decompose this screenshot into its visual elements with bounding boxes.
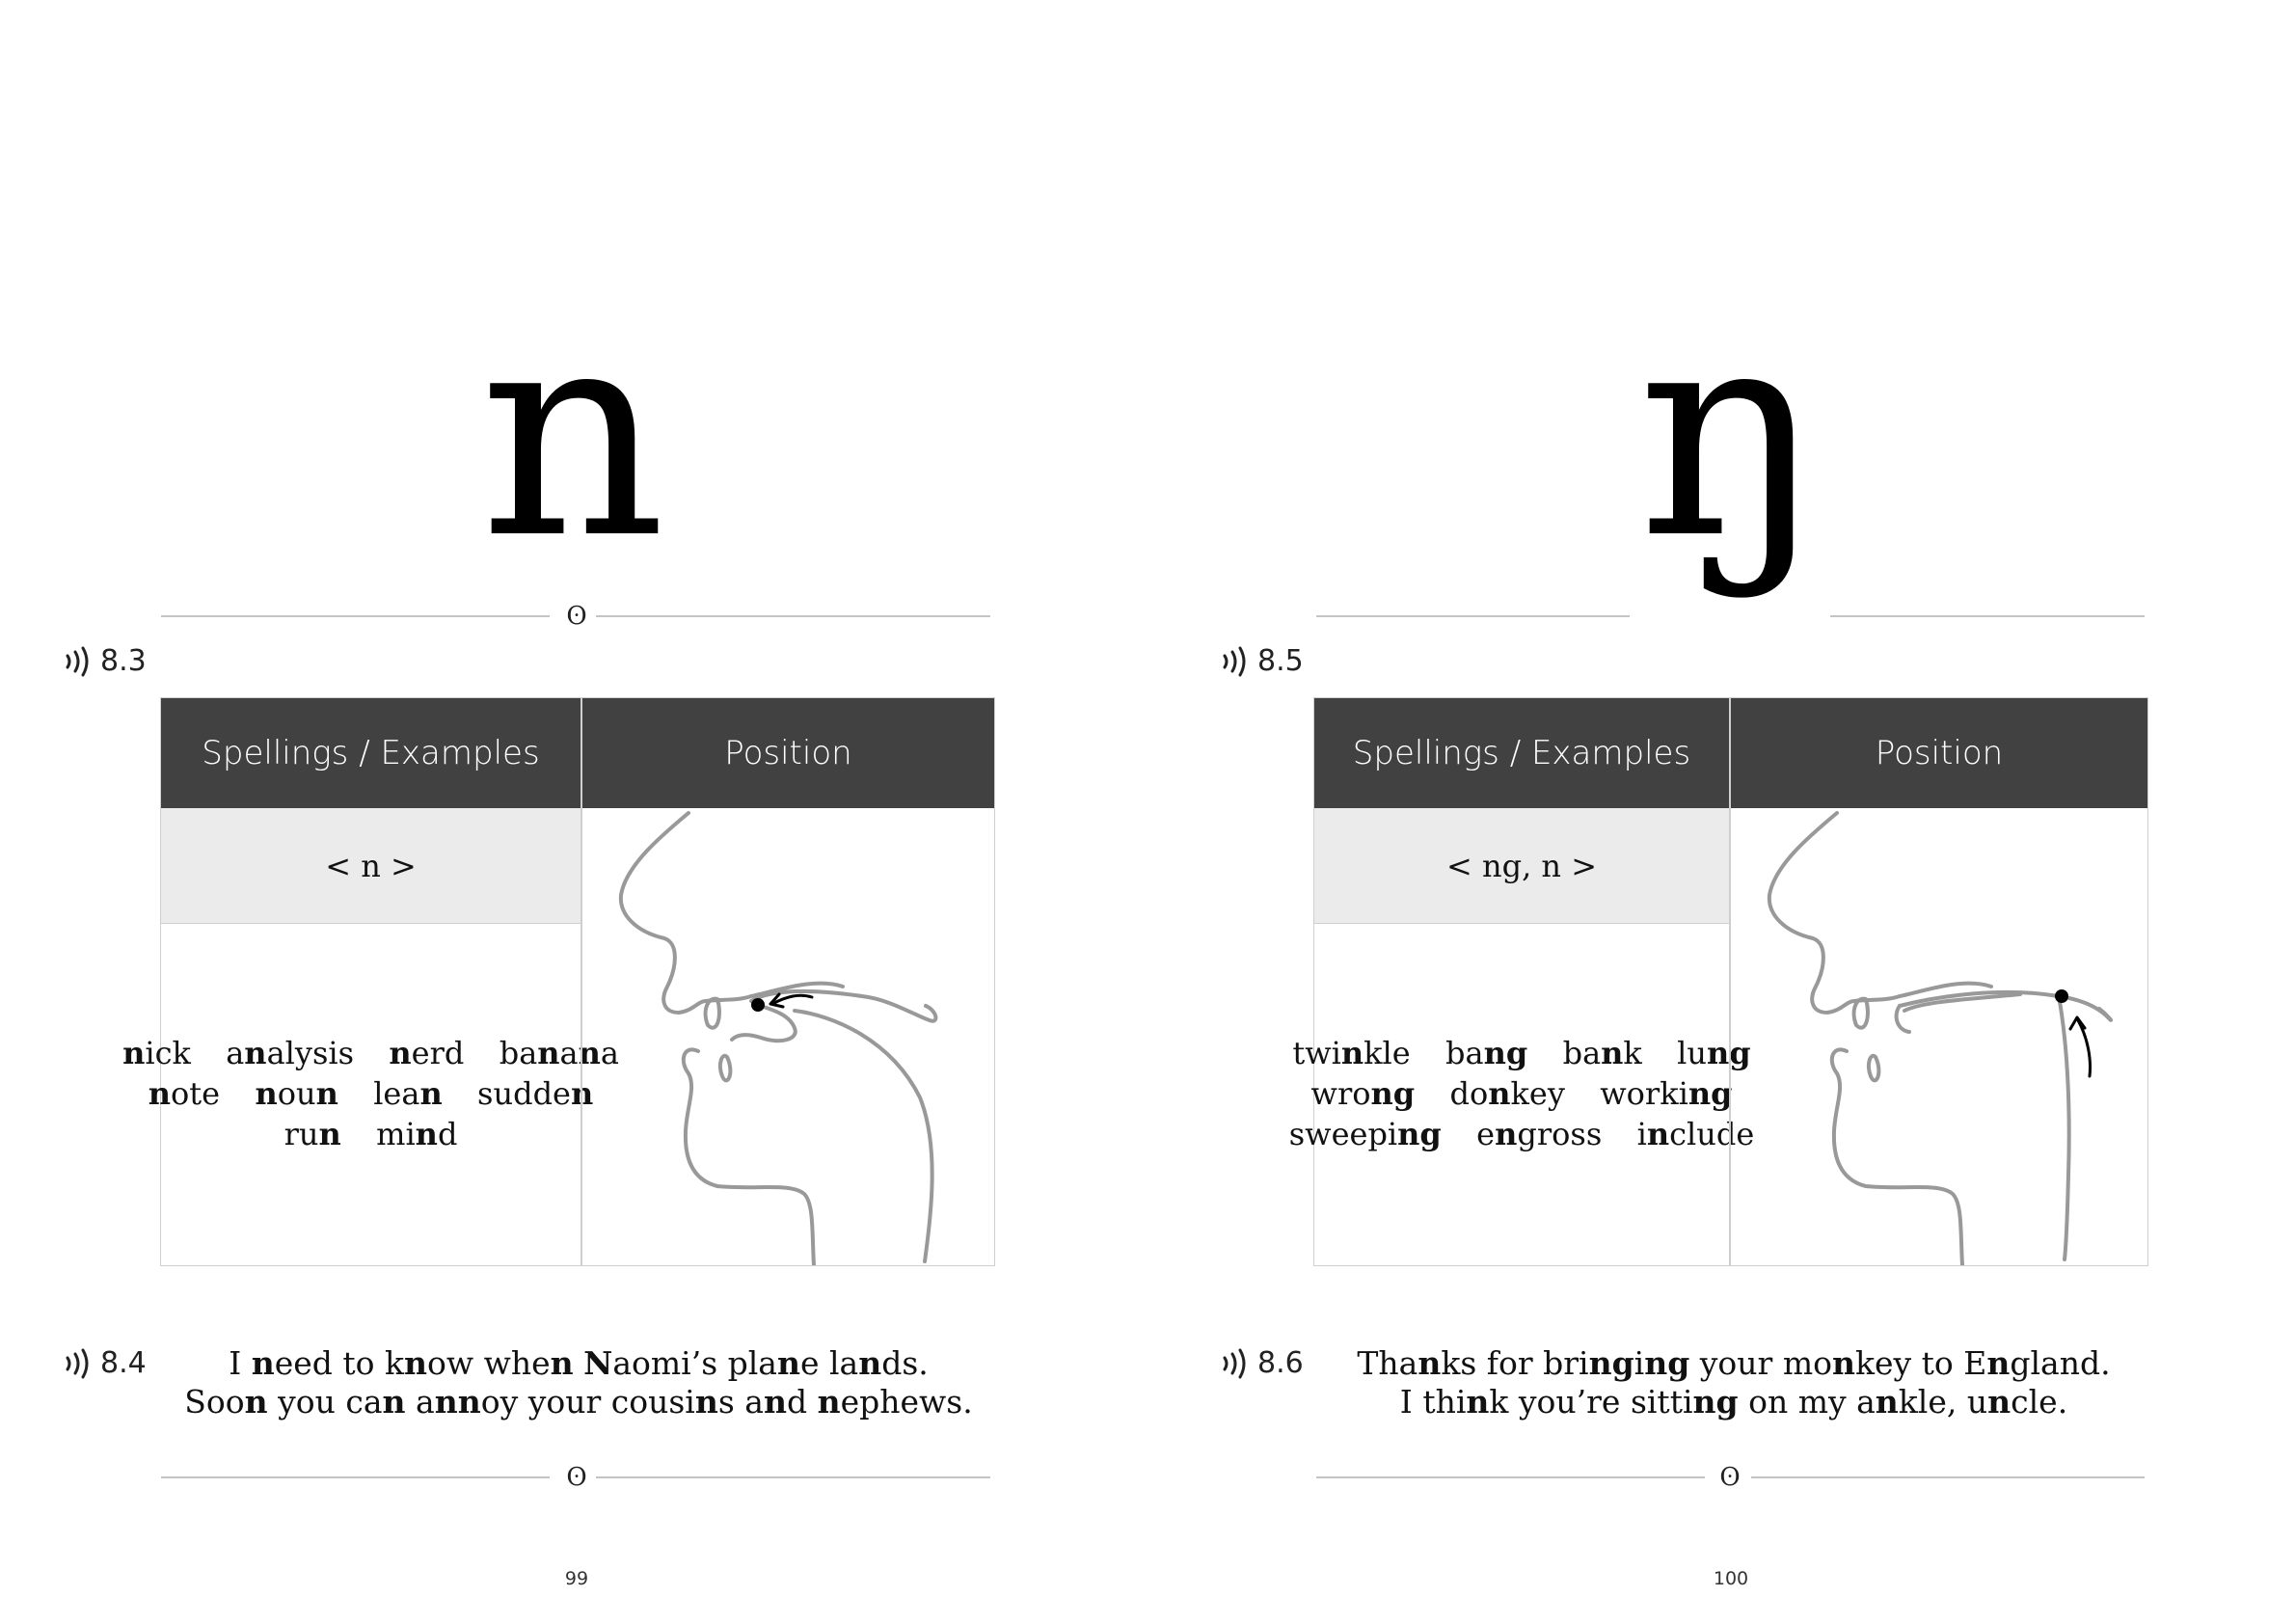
header-position: Position bbox=[1730, 698, 2147, 808]
audio-icon bbox=[1223, 646, 1246, 676]
phoneme-symbol: ŋ bbox=[1637, 265, 1824, 602]
divider-rule bbox=[161, 1476, 550, 1478]
sentence-line: I think you’re sitting on my ankle, uncl… bbox=[1399, 1383, 2068, 1421]
practice-sentences: I need to know when Naomi’s plane lands.… bbox=[164, 1344, 993, 1421]
divider-rule bbox=[1316, 1476, 1705, 1478]
phoneme-table: Spellings / Examples Position < ng, n > … bbox=[1289, 697, 2148, 1266]
header-spellings-examples: Spellings / Examples bbox=[1314, 698, 1729, 808]
audio-track-8-5[interactable]: 8.5 bbox=[1221, 644, 1304, 678]
example-words: twinkle bang bank lung wrong donkey work… bbox=[1289, 924, 1755, 1263]
example-line: wrong donkey working bbox=[1310, 1075, 1733, 1112]
divider-rule bbox=[1830, 615, 2145, 617]
right-page: ŋ 8.5 Spellings / Examples Position < ng… bbox=[1148, 0, 2295, 1624]
phoneme-table: Spellings / Examples Position < n > nick… bbox=[122, 697, 995, 1266]
audio-track-label: 8.5 bbox=[1257, 644, 1304, 678]
example-line: twinkle bang bank lung bbox=[1292, 1035, 1751, 1071]
left-page: n ʘ 8.3 Spellings / Examples Position < … bbox=[0, 0, 1148, 1624]
audio-track-8-6[interactable]: 8.6 bbox=[1221, 1346, 1304, 1380]
divider-rule bbox=[596, 615, 990, 617]
audio-icon bbox=[1223, 1348, 1246, 1378]
audio-icon bbox=[66, 646, 89, 676]
divider-rule bbox=[1751, 1476, 2145, 1478]
audio-track-label: 8.6 bbox=[1257, 1346, 1304, 1380]
header-spellings-examples: Spellings / Examples bbox=[161, 698, 580, 808]
spelling-pattern: < ng, n > bbox=[1314, 808, 1729, 924]
page-number: 99 bbox=[564, 1568, 589, 1589]
sentence-line: Soon you can annoy your cousins and neph… bbox=[184, 1383, 973, 1421]
alveolar-nasal-diagram-icon bbox=[618, 811, 938, 1265]
phoneme-symbol: n bbox=[479, 265, 666, 602]
divider-rule bbox=[161, 615, 550, 617]
example-line: sweeping engross include bbox=[1288, 1116, 1755, 1152]
audio-track-label: 8.3 bbox=[100, 644, 147, 678]
ornament-icon: ʘ bbox=[566, 1463, 587, 1492]
velar-nasal-diagram-icon bbox=[1767, 811, 2114, 1265]
divider-rule bbox=[596, 1476, 990, 1478]
sentence-line: Thanks for bringing your monkey to Engla… bbox=[1357, 1344, 2111, 1382]
audio-track-8-4[interactable]: 8.4 bbox=[64, 1346, 147, 1380]
page-number: 100 bbox=[1713, 1568, 1749, 1589]
ornament-icon: ʘ bbox=[1719, 1463, 1741, 1492]
ornament-icon: ʘ bbox=[566, 602, 587, 631]
example-line: nick analysis nerd banana bbox=[122, 1035, 619, 1071]
example-words: nick analysis nerd banana note noun lean… bbox=[122, 924, 619, 1263]
practice-sentences: Thanks for bringing your monkey to Engla… bbox=[1319, 1344, 2148, 1421]
header-position: Position bbox=[581, 698, 994, 808]
example-line: note noun lean sudden bbox=[148, 1075, 594, 1112]
spelling-pattern: < n > bbox=[161, 808, 580, 924]
audio-track-8-3[interactable]: 8.3 bbox=[64, 644, 147, 678]
example-line: run mind bbox=[284, 1116, 458, 1152]
divider-rule bbox=[1316, 615, 1630, 617]
sentence-line: I need to know when Naomi’s plane lands. bbox=[229, 1344, 929, 1382]
audio-track-label: 8.4 bbox=[100, 1346, 147, 1380]
audio-icon bbox=[66, 1348, 89, 1378]
